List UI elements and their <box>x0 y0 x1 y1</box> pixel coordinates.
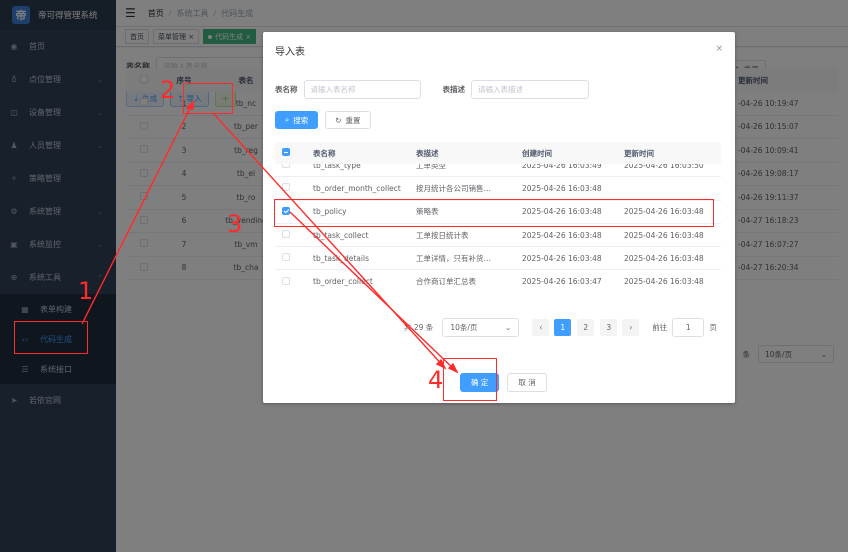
annotation-step-1: 1 <box>78 277 94 305</box>
db-table-row[interactable]: tb_task_details 工单详情，只有补货… 2025-04-26 16:0… <box>275 247 721 271</box>
search-button[interactable]: ⌕ 搜索 <box>275 111 319 129</box>
prev-page-button[interactable]: ‹ <box>532 319 550 336</box>
row-created-time: 2025-04-26 16:03:48 <box>522 183 602 193</box>
reset-label: 重置 <box>345 115 361 125</box>
annotation-box-policy-row <box>274 199 714 227</box>
row-table-name: tb_order_month_collect <box>313 183 401 193</box>
row-created-time: 2025-04-26 16:03:47 <box>522 277 602 287</box>
page-size-value: 10条/页 <box>450 323 478 332</box>
row-checkbox[interactable] <box>282 183 290 192</box>
select-all-checkbox[interactable] <box>282 148 290 156</box>
page-button-2[interactable]: 2 <box>577 319 595 336</box>
goto-label: 前往 <box>652 323 668 332</box>
row-checkbox[interactable] <box>282 276 290 285</box>
row-created-time: 2025-04-26 16:03:48 <box>522 230 602 240</box>
row-table-name: tb_task_collect <box>313 230 369 240</box>
dialog-reset-button[interactable]: ↻ 重置 <box>325 111 371 129</box>
next-page-button[interactable]: › <box>622 319 640 336</box>
row-checkbox[interactable] <box>282 230 290 239</box>
annotation-box-code-gen <box>14 321 88 354</box>
row-table-desc: 工单按日统计表 <box>416 230 469 240</box>
row-table-name: tb_task_details <box>313 253 369 263</box>
dialog-pagination: 共 29 条 10条/页 ⌄ ‹ 123 › 前往 1 页 <box>404 318 717 337</box>
row-updated-time: 2025-04-26 16:03:48 <box>624 253 704 263</box>
table-desc-label: 表描述 <box>442 85 466 94</box>
pagination-total: 共 29 条 <box>404 323 434 332</box>
row-table-desc: 合作商订单汇总表 <box>416 277 476 287</box>
page-list: 123 <box>554 319 618 336</box>
dialog-search-buttons: ⌕ 搜索 ↻ 重置 <box>275 111 371 129</box>
row-select-cell <box>275 276 301 287</box>
close-icon[interactable]: × <box>715 44 723 54</box>
page-button-1[interactable]: 1 <box>554 319 572 336</box>
row-select-cell <box>275 230 301 240</box>
db-table-header: 表名称 表描述 创建时间 更新时间 <box>275 142 721 164</box>
row-updated-time: 2025-04-26 16:03:48 <box>624 230 704 240</box>
dialog-table-name-input[interactable]: 请输入表名称 <box>303 80 421 99</box>
annotation-step-4: 4 <box>428 366 444 394</box>
col-created-time: 创建时间 <box>522 148 552 158</box>
annotation-step-2: 2 <box>160 76 176 104</box>
annotation-step-3: 3 <box>227 210 243 238</box>
db-table-row[interactable]: tb_order_collect 合作商订单汇总表 2025-04-26 16:03… <box>275 270 721 287</box>
refresh-icon: ↻ <box>335 115 342 125</box>
row-updated-time: 2025-04-26 16:03:48 <box>624 277 704 287</box>
chevron-down-icon: ⌄ <box>505 323 512 332</box>
db-table-row[interactable]: tb_order_month_collect 按月统计各公司销售… 2025-04-… <box>275 177 721 201</box>
table-name-label: 表名称 <box>275 85 298 94</box>
db-table-row[interactable]: tb_task_collect 工单按日统计表 2025-04-26 16:03:4… <box>275 223 721 248</box>
col-updated-time: 更新时间 <box>624 148 654 158</box>
page-suffix: 页 <box>709 323 717 332</box>
dialog-search-form: 表名称 请输入表名称 表描述 请输入表描述 <box>275 80 589 99</box>
search-label: 搜索 <box>293 115 309 125</box>
col-table-name: 表名称 <box>313 148 336 158</box>
dialog-table-desc-input[interactable]: 请输入表描述 <box>471 80 589 99</box>
row-select-cell <box>275 253 301 263</box>
row-table-name: tb_order_collect <box>313 277 373 287</box>
row-table-desc: 按月统计各公司销售… <box>416 183 491 193</box>
col-table-desc: 表描述 <box>416 148 439 158</box>
goto-page-input[interactable]: 1 <box>672 318 705 337</box>
cancel-button[interactable]: 取 消 <box>507 373 547 392</box>
row-checkbox[interactable] <box>282 253 290 262</box>
row-select-cell <box>275 183 301 193</box>
annotation-box-confirm <box>443 358 497 401</box>
row-table-desc: 工单详情，只有补货… <box>416 253 491 263</box>
page-size-select[interactable]: 10条/页 ⌄ <box>442 318 520 337</box>
header-select-cell <box>275 148 301 158</box>
search-icon: ⌕ <box>285 115 290 124</box>
dialog-title: 导入表 <box>275 47 305 58</box>
row-created-time: 2025-04-26 16:03:48 <box>522 253 602 263</box>
page-button-3[interactable]: 3 <box>600 319 618 336</box>
annotation-box-import <box>183 83 233 114</box>
